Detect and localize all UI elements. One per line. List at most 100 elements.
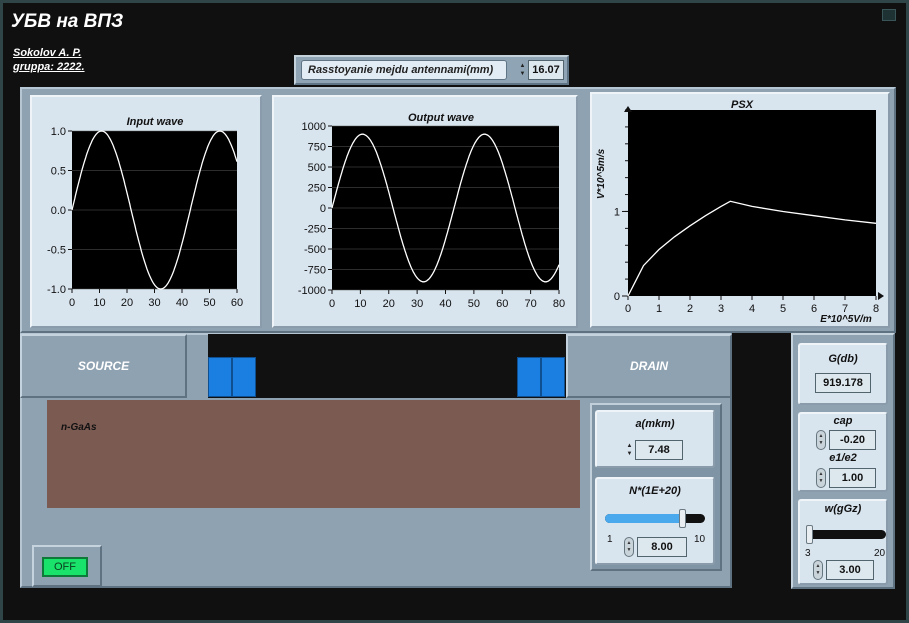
input-x-tick-label: 20 — [121, 297, 133, 309]
n-min-label: 1 — [607, 534, 613, 545]
psx-y-arrow-icon — [624, 106, 632, 112]
input-x-tick-label: 50 — [203, 297, 215, 309]
spin-down-icon[interactable]: ▼ — [520, 70, 526, 78]
e-value[interactable]: 1.00 — [829, 468, 876, 488]
output-x-tick-label: 0 — [329, 298, 335, 310]
source-contact-2 — [232, 357, 256, 397]
drain-label: DRAIN — [630, 359, 668, 373]
a-control: a(mkm) ▲ ▼ 7.48 — [595, 410, 715, 468]
input-y-tick-label: -1.0 — [47, 284, 66, 296]
drain-contact-2 — [541, 357, 565, 397]
author-group: gruppa: 2222. — [13, 61, 85, 73]
output-y-tick-label: -750 — [304, 265, 326, 277]
w-slider-track[interactable] — [806, 525, 886, 544]
w-value[interactable]: 3.00 — [826, 560, 874, 580]
psx-title: PSX — [731, 99, 754, 111]
psx-graph: PSX V*10^5m/s E*10^5V/m 0 1 0 1 2 3 4 5 6 7 8 — [590, 92, 890, 328]
output-wave-title: Output wave — [408, 112, 474, 124]
n-slider-fill — [605, 514, 683, 523]
cap-value[interactable]: -0.20 — [829, 430, 876, 450]
output-x-tick-label: 40 — [439, 298, 451, 310]
input-y-tick-label: 0.5 — [51, 166, 66, 178]
g-label: G(db) — [828, 353, 858, 365]
output-y-tick-label: 250 — [308, 183, 326, 195]
antenna-distance-spinner[interactable]: ▲ ▼ — [518, 60, 527, 80]
input-y-tick-label: 0.0 — [51, 205, 66, 217]
input-wave-graph: Input wave 1.0 0.5 0.0 -0.5 -1.0 0 10 20 30 40 50 6… — [30, 95, 262, 328]
g-value: 919.178 — [815, 373, 871, 393]
n-spinner[interactable]: ▲ ▼ — [624, 537, 634, 557]
power-switch-frame: OFF — [32, 545, 102, 587]
psx-svg: PSX V*10^5m/s E*10^5V/m 0 1 0 1 2 3 4 5 6 7 8 — [596, 99, 884, 325]
psx-plot-area — [628, 110, 876, 296]
output-x-tick-label: 60 — [496, 298, 508, 310]
output-y-tick-label: -1000 — [298, 285, 326, 297]
output-wave-graph: Output wave 1000 750 500 250 0 -250 -500 -750 -1… — [272, 95, 578, 328]
input-x-tick-label: 40 — [176, 297, 188, 309]
output-y-tick-label: 1000 — [302, 121, 326, 133]
drain-contact-1 — [517, 357, 541, 397]
psx-x-tick-label: 1 — [656, 303, 662, 315]
source-contact-1 — [208, 357, 232, 397]
psx-y-tick-label: 0 — [614, 291, 620, 303]
w-max-label: 20 — [874, 548, 886, 559]
input-y-tick-label: 1.0 — [51, 126, 66, 138]
psx-x-tick-label: 6 — [811, 303, 817, 315]
author-info: Sokolov A. P. gruppa: 2222. — [13, 46, 85, 74]
e-spinner[interactable]: ▲ ▼ — [816, 468, 826, 488]
output-x-tick-label: 70 — [525, 298, 537, 310]
spin-up-icon[interactable]: ▲ — [627, 442, 633, 450]
spin-up-icon[interactable]: ▲ — [520, 62, 526, 70]
output-x-tick-label: 20 — [383, 298, 395, 310]
output-y-tick-label: -250 — [304, 224, 326, 236]
psx-x-tick-label: 8 — [873, 303, 879, 315]
input-wave-title: Input wave — [127, 116, 184, 128]
w-control: w(gGz) 3 20 ▲ ▼ 3.00 — [798, 499, 888, 585]
input-x-tick-label: 0 — [69, 297, 75, 309]
power-toggle-button[interactable]: OFF — [42, 557, 88, 577]
n-slider-thumb[interactable] — [678, 509, 686, 528]
w-min-label: 3 — [805, 548, 811, 559]
cap-spinner[interactable]: ▲ ▼ — [816, 430, 826, 450]
output-wave-svg: Output wave 10007505002500-250-500-750-1… — [298, 112, 565, 310]
source-label: SOURCE — [77, 359, 130, 373]
n-label: N*(1E+20) — [629, 485, 681, 497]
n-gaas-substrate: n-GaAs — [47, 400, 580, 508]
psx-x-tick-label: 7 — [842, 303, 848, 315]
input-x-tick-label: 60 — [231, 297, 243, 309]
psx-ylabel: V*10^5m/s — [596, 148, 607, 199]
antenna-distance-label: Rasstoyanie mejdu antennami(mm) — [301, 60, 507, 80]
output-y-tick-label: 750 — [308, 142, 326, 154]
input-x-tick-label: 30 — [148, 297, 160, 309]
source-block: SOURCE — [20, 334, 187, 398]
window-corner-button[interactable] — [882, 9, 896, 21]
n-value[interactable]: 8.00 — [637, 537, 687, 557]
cap-label: cap — [833, 415, 853, 427]
psx-x-tick-label: 4 — [749, 303, 755, 315]
output-x-tick-label: 80 — [553, 298, 565, 310]
substrate-label: n-GaAs — [61, 422, 97, 433]
e-label: e1/e2 — [829, 452, 857, 464]
psx-x-tick-label: 5 — [780, 303, 786, 315]
spin-down-icon[interactable]: ▼ — [627, 450, 633, 458]
psx-y-tick-label: 1 — [614, 206, 620, 218]
w-spinner[interactable]: ▲ ▼ — [813, 560, 823, 580]
psx-x-tick-label: 2 — [687, 303, 693, 315]
g-indicator: G(db) 919.178 — [798, 343, 888, 405]
antenna-distance-value[interactable]: 16.07 — [528, 60, 564, 80]
w-slider-thumb[interactable] — [806, 525, 813, 544]
author-name: Sokolov A. P. — [13, 47, 82, 59]
a-value[interactable]: 7.48 — [635, 440, 683, 460]
n-max-label: 10 — [694, 534, 706, 545]
n-slider-track[interactable] — [605, 509, 705, 528]
output-x-tick-label: 10 — [354, 298, 366, 310]
psx-xlabel: E*10^5V/m — [820, 314, 872, 325]
a-spinner[interactable]: ▲ ▼ — [625, 440, 634, 460]
drain-block: DRAIN — [566, 334, 732, 398]
input-x-tick-label: 10 — [93, 297, 105, 309]
output-y-tick-label: 0 — [320, 203, 326, 215]
psx-x-tick-label: 3 — [718, 303, 724, 315]
n-control: N*(1E+20) 1 10 ▲ ▼ 8.00 — [595, 477, 715, 565]
output-y-tick-label: 500 — [308, 162, 326, 174]
psx-x-tick-label: 0 — [625, 303, 631, 315]
